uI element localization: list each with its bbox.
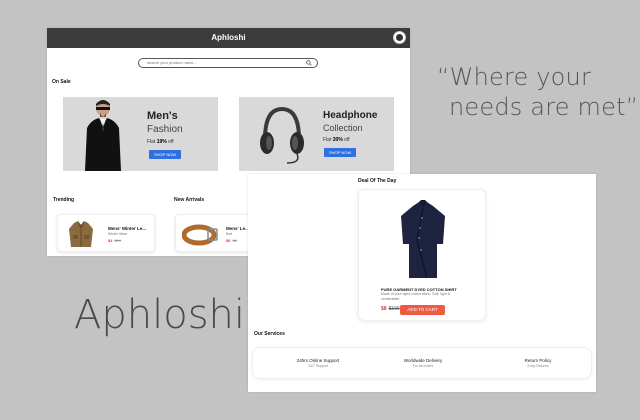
app-header: Aphloshi — [47, 28, 410, 48]
service-item: 24hrs Online Support 24/7 Support — [273, 358, 363, 368]
leather-belt-image — [182, 224, 218, 246]
service-description: Easy Returns — [527, 364, 549, 368]
service-item: Worldwide Delivery For all orders — [378, 358, 468, 368]
discount-suffix: off — [342, 137, 350, 143]
headphone-image — [260, 106, 304, 164]
old-price: $100 — [388, 306, 400, 312]
discount-value: 19% — [156, 139, 167, 145]
headphone-shop-now-button[interactable]: SHOP NOW — [324, 148, 357, 157]
deal-product-description: Made of pure dyed cotton fabric. Soft, l… — [381, 292, 451, 301]
deal-product-card[interactable]: PURE GARMENT DYED COTTON SHIRT Made of p… — [358, 189, 486, 321]
service-description: 24/7 Support — [307, 364, 329, 368]
headphone-banner-subtitle: Collection — [323, 123, 363, 133]
mens-banner-discount: Flat 19% off — [147, 139, 174, 145]
headphone-banner-title: Headphone — [323, 110, 378, 121]
service-title: Worldwide Delivery — [403, 358, 443, 363]
mens-fashion-banner[interactable]: Men's Fashion Flat 19% off SHOP NOW — [63, 97, 218, 171]
mens-banner-title: Men's — [147, 110, 178, 122]
headphone-collection-banner[interactable]: Headphone Collection Flat 30% off SHOP N… — [239, 97, 394, 171]
search-placeholder: search your product name... — [147, 60, 197, 65]
product-name: Mens' Le... — [226, 226, 249, 231]
product-category: Winter Wear — [108, 232, 128, 236]
search-input[interactable]: search your product name... — [138, 58, 318, 68]
old-price: $8 — [232, 238, 237, 243]
deal-of-the-day-title: Deal Of The Day — [358, 178, 397, 184]
tagline-line-2: needs are met” — [449, 93, 639, 121]
avatar[interactable] — [393, 31, 406, 44]
discount-prefix: Flat — [147, 139, 157, 145]
mens-banner-subtitle: Fashion — [147, 124, 183, 135]
trending-title: Trending — [53, 197, 75, 203]
search-icon[interactable] — [306, 60, 312, 66]
product-price: $4 $10 — [108, 238, 121, 243]
man-in-suit-image — [85, 100, 121, 171]
product-name: Mens' Winter Le... — [108, 226, 147, 231]
new-arrivals-title: New Arrivals — [174, 197, 205, 203]
discount-suffix: off — [166, 139, 174, 145]
brand-name: Aphloshi — [74, 292, 245, 338]
service-title: 24hrs Online Support — [296, 358, 340, 363]
old-price: $10 — [114, 238, 122, 243]
tagline-line-1: “Where your — [437, 63, 592, 91]
winter-jacket-image — [69, 221, 93, 247]
app-title: Aphloshi — [211, 33, 246, 42]
service-item: Return Policy Easy Returns — [493, 358, 583, 368]
current-price: $6 — [226, 238, 231, 243]
add-to-cart-button[interactable]: ADD TO CART — [400, 305, 445, 315]
product-category: Belt — [226, 232, 233, 236]
mens-shop-now-button[interactable]: SHOP NOW — [149, 150, 182, 159]
services-panel: 24hrs Online Support 24/7 Support Worldw… — [252, 347, 592, 379]
on-sale-title: On Sale — [52, 79, 71, 85]
deal-screenshot: Deal Of The Day PURE GARMENT DYED COTTON… — [248, 174, 596, 392]
headphone-banner-discount: Flat 30% off — [323, 137, 350, 143]
user-icon — [396, 34, 403, 41]
service-title: Return Policy — [524, 358, 552, 363]
current-price: $8 — [381, 306, 387, 312]
navy-shirt-image — [401, 200, 445, 279]
service-description: For all orders — [412, 364, 434, 368]
product-price: $6 $8 — [226, 238, 237, 243]
our-services-title: Our Services — [254, 331, 285, 337]
current-price: $4 — [108, 238, 113, 243]
trending-product-card[interactable]: Mens' Winter Le... Winter Wear $4 $10 — [57, 214, 155, 252]
discount-value: 30% — [332, 137, 343, 143]
deal-product-price: $8 $100 — [381, 306, 400, 312]
tagline: “Where your needs are met” — [437, 62, 639, 122]
discount-prefix: Flat — [323, 137, 333, 143]
